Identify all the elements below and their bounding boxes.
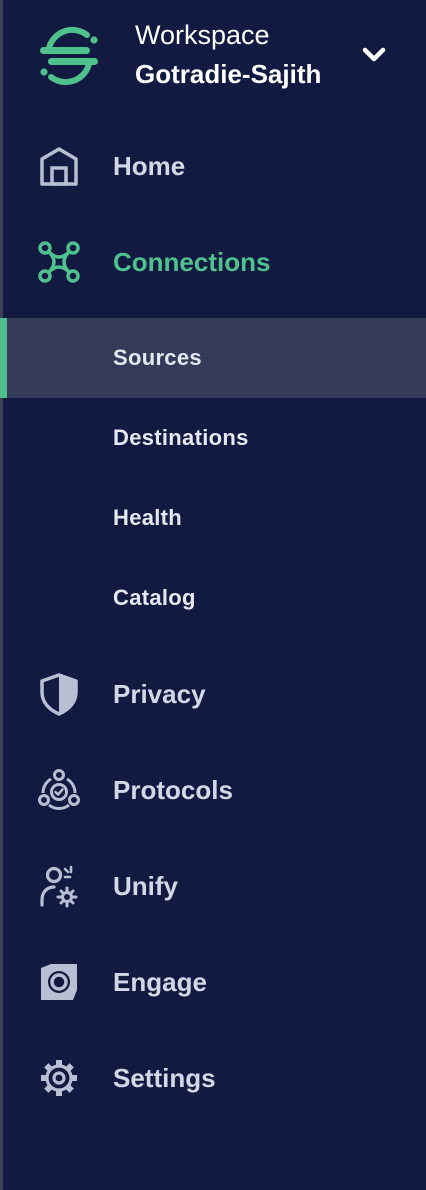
workspace-switcher[interactable]: Workspace Gotradie-Sajith [3, 0, 426, 118]
subnav-label-catalog: Catalog [113, 585, 196, 610]
home-icon [40, 147, 78, 186]
protocols-icon [38, 769, 80, 810]
nav-label-settings: Settings [113, 1063, 216, 1093]
subnav-label-destinations: Destinations [113, 425, 249, 450]
nav-label-privacy: Privacy [113, 679, 206, 709]
nav-item-home[interactable]: Home [3, 128, 426, 204]
workspace-label: Workspace [135, 20, 270, 50]
shield-icon [40, 673, 78, 716]
nav-item-protocols[interactable]: Protocols [3, 752, 426, 828]
sidebar: Workspace Gotradie-Sajith Home Connectio… [0, 0, 426, 1190]
nav-label-protocols: Protocols [113, 775, 233, 805]
nav-item-settings[interactable]: Settings [3, 1040, 426, 1116]
subnav-item-sources[interactable]: Sources [0, 318, 426, 398]
nav-label-engage: Engage [113, 967, 207, 997]
nav-label-unify: Unify [113, 871, 178, 901]
subnav-label-sources: Sources [113, 345, 202, 370]
nav-label-home: Home [113, 151, 186, 181]
chevron-down-icon[interactable] [359, 40, 389, 70]
connections-icon [38, 241, 80, 283]
segment-logo-icon [40, 26, 98, 86]
nav-item-unify[interactable]: Unify [3, 848, 426, 924]
subnav-label-health: Health [113, 505, 183, 530]
engage-icon [41, 964, 77, 1000]
unify-icon [40, 865, 78, 908]
nav-item-privacy[interactable]: Privacy [3, 656, 426, 732]
subnav-item-catalog[interactable]: Catalog [3, 558, 426, 638]
gear-icon [41, 1060, 77, 1096]
nav-item-connections[interactable]: Connections [3, 224, 426, 300]
workspace-name: Gotradie-Sajith [135, 59, 322, 89]
nav-label-connections: Connections [113, 247, 271, 277]
nav-item-engage[interactable]: Engage [3, 944, 426, 1020]
subnav-item-destinations[interactable]: Destinations [3, 398, 426, 478]
subnav-item-health[interactable]: Health [3, 478, 426, 558]
